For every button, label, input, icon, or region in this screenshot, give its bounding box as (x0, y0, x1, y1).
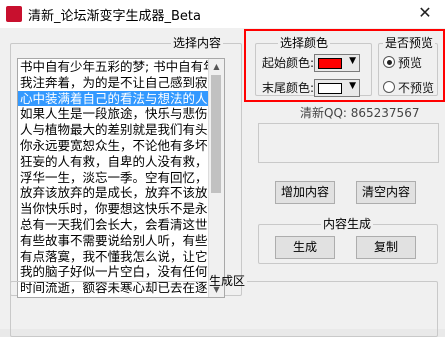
content-line[interactable]: 你永远要宽恕众生，不论他有多坏， (18, 138, 224, 154)
color-select-group: 选择颜色 起始颜色: ▼ 末尾颜色: ▼ (255, 36, 372, 97)
scroll-up-icon[interactable]: ▲ (209, 59, 224, 74)
preview-display-area (258, 123, 439, 163)
content-line[interactable]: 总有一天我们会长大，会看清这世间 (18, 217, 224, 233)
clear-content-button[interactable]: 清空内容 (356, 181, 416, 204)
generate-button[interactable]: 生成 (275, 236, 335, 259)
radio-icon[interactable] (383, 81, 395, 93)
preview-option-legend: 是否预览 (385, 36, 434, 50)
app-icon (6, 6, 22, 22)
radio-preview[interactable]: 预览 (383, 54, 422, 71)
content-line[interactable]: 狂妄的人有救，自卑的人没有救，认 (18, 154, 224, 170)
content-line[interactable]: 浮华一生，淡忘一季。空有回忆，扎 (18, 170, 224, 186)
qq-contact-text: 清新QQ: 865237567 (300, 106, 420, 120)
window-body: 选择内容 书中自有少年五彩的梦; 书中自有年 我注奔着，为的是不让自己感到寂寞 心中… (0, 28, 445, 337)
copy-button[interactable]: 复制 (356, 236, 416, 259)
input-content-group: 选择内容 书中自有少年五彩的梦; 书中自有年 我注奔着，为的是不让自己感到寂寞 心中… (10, 36, 242, 298)
output-group: 生成区 (10, 275, 438, 337)
scrollbar-thumb[interactable] (211, 75, 221, 193)
chevron-down-icon: ▼ (349, 81, 356, 91)
content-line[interactable]: 如果人生是一段旅途，快乐与悲伤就 (18, 106, 224, 122)
content-line[interactable]: 我注奔着，为的是不让自己感到寂寞 (18, 75, 224, 91)
start-color-swatch (318, 58, 342, 69)
chevron-down-icon: ▼ (349, 56, 356, 66)
end-color-swatch (318, 83, 342, 94)
content-line[interactable]: 有点落寞，我不懂我怎么说，让它在 (18, 249, 224, 265)
radio-no-preview-label: 不预览 (398, 81, 435, 95)
close-icon[interactable]: ✕ (405, 0, 445, 26)
end-color-picker[interactable]: ▼ (314, 79, 360, 97)
content-line[interactable]: 放弃该放弃的是成长，放弃不该放弃 (18, 185, 224, 201)
content-line[interactable]: 书中自有少年五彩的梦; 书中自有年 (18, 59, 224, 75)
content-line[interactable]: 当你快乐时，你要想这快乐不是永恒 (18, 201, 224, 217)
add-content-button[interactable]: 增加内容 (275, 181, 335, 204)
content-generate-legend: 内容生成 (323, 217, 372, 231)
content-line[interactable]: 人与植物最大的差别就是我们有头脑 (18, 122, 224, 138)
title-bar[interactable]: 清新_论坛渐变字生成器_Beta ✕ (0, 0, 445, 29)
input-content-legend: 选择内容 (173, 36, 222, 50)
radio-icon[interactable] (383, 56, 395, 68)
content-line[interactable]: 心中装满着自己的看法与想法的人 (18, 90, 224, 107)
end-color-label: 末尾颜色: (262, 81, 315, 95)
color-select-legend: 选择颜色 (280, 36, 329, 50)
content-line[interactable]: 有些故事不需要说给别人听，有些悲 (18, 233, 224, 249)
radio-preview-label: 预览 (398, 56, 423, 70)
start-color-picker[interactable]: ▼ (314, 54, 360, 72)
output-legend: 生成区 (209, 274, 246, 288)
window-title: 清新_论坛渐变字生成器_Beta (28, 9, 201, 24)
preview-option-group: 是否预览 预览 不预览 (378, 37, 438, 96)
vertical-scrollbar[interactable]: ▲ ▼ (208, 59, 224, 297)
start-color-label: 起始颜色: (262, 56, 315, 70)
radio-no-preview[interactable]: 不预览 (383, 79, 434, 96)
content-textarea[interactable]: 书中自有少年五彩的梦; 书中自有年 我注奔着，为的是不让自己感到寂寞 心中装满着自己… (17, 58, 225, 298)
